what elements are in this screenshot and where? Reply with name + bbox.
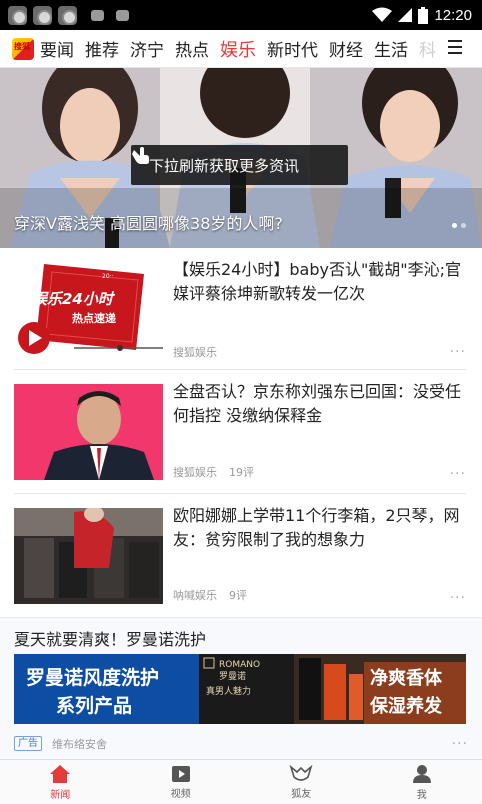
tab-xinshidai[interactable]: 新时代 bbox=[267, 36, 318, 61]
list-item[interactable]: 欧阳娜娜上学带11个行李箱，2只琴，网友：贫穷限制了我的想象力 呐喊娱乐 9评 … bbox=[14, 494, 466, 617]
carousel-dot bbox=[452, 223, 457, 228]
news-meta: 呐喊娱乐 9评 bbox=[173, 587, 247, 603]
ad-tag: 广告 bbox=[14, 736, 42, 751]
ad-banner[interactable]: 罗曼诺风度洗护 系列产品 ROMANO 罗曼诺 真男人魅力 净爽香体 保湿养发 bbox=[14, 654, 466, 724]
notification-icon bbox=[116, 9, 129, 21]
nav-label: 我 bbox=[416, 789, 427, 801]
news-title[interactable]: 欧阳娜娜上学带11个行李箱，2只琴，网友：贫穷限制了我的想象力 bbox=[173, 504, 466, 552]
list-item[interactable]: 娱乐24小时 热点速递 20·· 【娱乐24小时】baby否认"截胡"李沁;官媒… bbox=[14, 248, 466, 370]
video-icon bbox=[171, 765, 190, 782]
clock: 12:20 bbox=[434, 6, 472, 24]
comment-count: 9评 bbox=[229, 589, 247, 602]
news-source: 搜狐娱乐 bbox=[173, 346, 217, 359]
tab-tuijian[interactable]: 推荐 bbox=[85, 36, 119, 61]
thumb-brand-2: 热点速递 bbox=[72, 311, 116, 325]
carousel-dot bbox=[461, 223, 466, 228]
news-thumbnail bbox=[14, 508, 163, 604]
ad-banner-left-1: 罗曼诺风度洗护 bbox=[26, 666, 159, 689]
nav-label: 狐友 bbox=[291, 788, 312, 800]
wifi-icon bbox=[372, 7, 393, 22]
status-notifications bbox=[8, 5, 129, 25]
more-options-icon[interactable]: ... bbox=[450, 586, 466, 602]
news-title[interactable]: 【娱乐24小时】baby否认"截胡"李沁;官媒评蔡徐坤新歌转发一亿次 bbox=[173, 258, 466, 306]
ad-card[interactable]: 夏天就要清爽！罗曼诺洗护 罗曼诺风度洗护 系列产品 ROMANO 罗曼诺 真男人… bbox=[0, 617, 482, 759]
menu-icon[interactable] bbox=[448, 40, 462, 54]
tab-jining[interactable]: 济宁 bbox=[130, 36, 164, 61]
news-meta: 搜狐娱乐 19评 bbox=[173, 464, 254, 480]
person-icon bbox=[412, 764, 431, 783]
hero-caption[interactable]: 穿深V露浅笑 高圆圆哪像38岁的人啊? bbox=[14, 210, 283, 234]
ent24-thumbnail: 娱乐24小时 热点速递 20·· bbox=[18, 264, 163, 354]
nav-fox-friends[interactable]: 狐友 bbox=[241, 760, 362, 804]
news-thumbnail bbox=[14, 384, 163, 480]
ad-banner-graphic: 罗曼诺风度洗护 系列产品 ROMANO 罗曼诺 真男人魅力 净爽香体 保湿养发 bbox=[14, 654, 466, 724]
tab-shenghuo[interactable]: 生活 bbox=[374, 36, 408, 61]
news-title[interactable]: 全盘否认？京东称刘强东已回国：没受任何指控 没缴纳保释金 bbox=[173, 380, 466, 428]
tab-redian[interactable]: 热点 bbox=[175, 36, 209, 61]
more-options-icon[interactable]: ... bbox=[452, 732, 468, 748]
ad-brand-cn: 罗曼诺 bbox=[219, 671, 246, 682]
ad-slogan: 真男人魅力 bbox=[206, 685, 251, 697]
battery-icon bbox=[418, 6, 429, 24]
ad-banner-left-2: 系列产品 bbox=[56, 694, 132, 717]
portrait-photo bbox=[14, 384, 163, 480]
pull-hand-icon bbox=[132, 147, 149, 164]
tab-yaowen[interactable]: 要闻 bbox=[40, 36, 74, 61]
nav-label: 视频 bbox=[170, 788, 191, 800]
news-source: 搜狐娱乐 bbox=[173, 466, 217, 479]
carousel-dots bbox=[452, 223, 466, 228]
tab-yule[interactable]: 娱乐 bbox=[220, 36, 256, 62]
tab-ke[interactable]: 科 bbox=[419, 36, 436, 61]
hero-carousel[interactable]: 下拉刷新获取更多资讯 穿深V露浅笑 高圆圆哪像38岁的人啊? bbox=[0, 68, 482, 248]
thumb-brand-1: 娱乐24小时 bbox=[32, 290, 116, 308]
comment-count: 19评 bbox=[229, 466, 254, 479]
refresh-toast-text: 下拉刷新获取更多资讯 bbox=[149, 156, 300, 175]
nav-video[interactable]: 视频 bbox=[121, 760, 242, 804]
bottom-nav: 新闻 视频 狐友 我 bbox=[0, 759, 482, 804]
ad-source: 维布络安舍 bbox=[52, 738, 107, 751]
app-icon bbox=[8, 5, 27, 25]
home-icon bbox=[50, 764, 71, 783]
notification-icon bbox=[91, 9, 104, 21]
news-meta: 搜狐娱乐 bbox=[173, 344, 217, 360]
status-bar: 12:20 bbox=[0, 0, 482, 30]
ad-title[interactable]: 夏天就要清爽！罗曼诺洗护 bbox=[14, 626, 206, 650]
ad-banner-right-1: 净爽香体 bbox=[370, 667, 443, 689]
status-system: 12:20 bbox=[372, 6, 472, 24]
nav-label: 新闻 bbox=[50, 789, 71, 801]
ad-banner-right-2: 保湿养发 bbox=[369, 695, 443, 717]
tab-caijing[interactable]: 财经 bbox=[329, 36, 363, 61]
news-source: 呐喊娱乐 bbox=[173, 589, 217, 602]
list-item[interactable]: 全盘否认？京东称刘强东已回国：没受任何指控 没缴纳保释金 搜狐娱乐 19评 ..… bbox=[14, 370, 466, 494]
news-thumbnail: 娱乐24小时 热点速递 20·· bbox=[14, 262, 163, 358]
nav-news[interactable]: 新闻 bbox=[0, 760, 121, 804]
more-options-icon[interactable]: ... bbox=[450, 462, 466, 478]
app-icon bbox=[33, 5, 52, 25]
ad-brand-en: ROMANO bbox=[219, 660, 260, 670]
sohu-logo[interactable]: 搜狐 bbox=[12, 37, 34, 60]
fox-icon bbox=[289, 764, 313, 781]
luggage-photo bbox=[14, 508, 163, 604]
channel-bar: 搜狐 要闻 推荐 济宁 热点 娱乐 新时代 财经 生活 科 bbox=[0, 30, 482, 68]
thumb-badge: 20·· bbox=[102, 273, 114, 280]
channel-tabs: 要闻 推荐 济宁 热点 娱乐 新时代 财经 生活 科 bbox=[40, 36, 450, 62]
signal-icon bbox=[398, 8, 413, 22]
refresh-toast: 下拉刷新获取更多资讯 bbox=[131, 145, 348, 185]
nav-me[interactable]: 我 bbox=[362, 760, 482, 804]
app-icon bbox=[58, 5, 77, 25]
more-options-icon[interactable]: ... bbox=[450, 340, 466, 356]
